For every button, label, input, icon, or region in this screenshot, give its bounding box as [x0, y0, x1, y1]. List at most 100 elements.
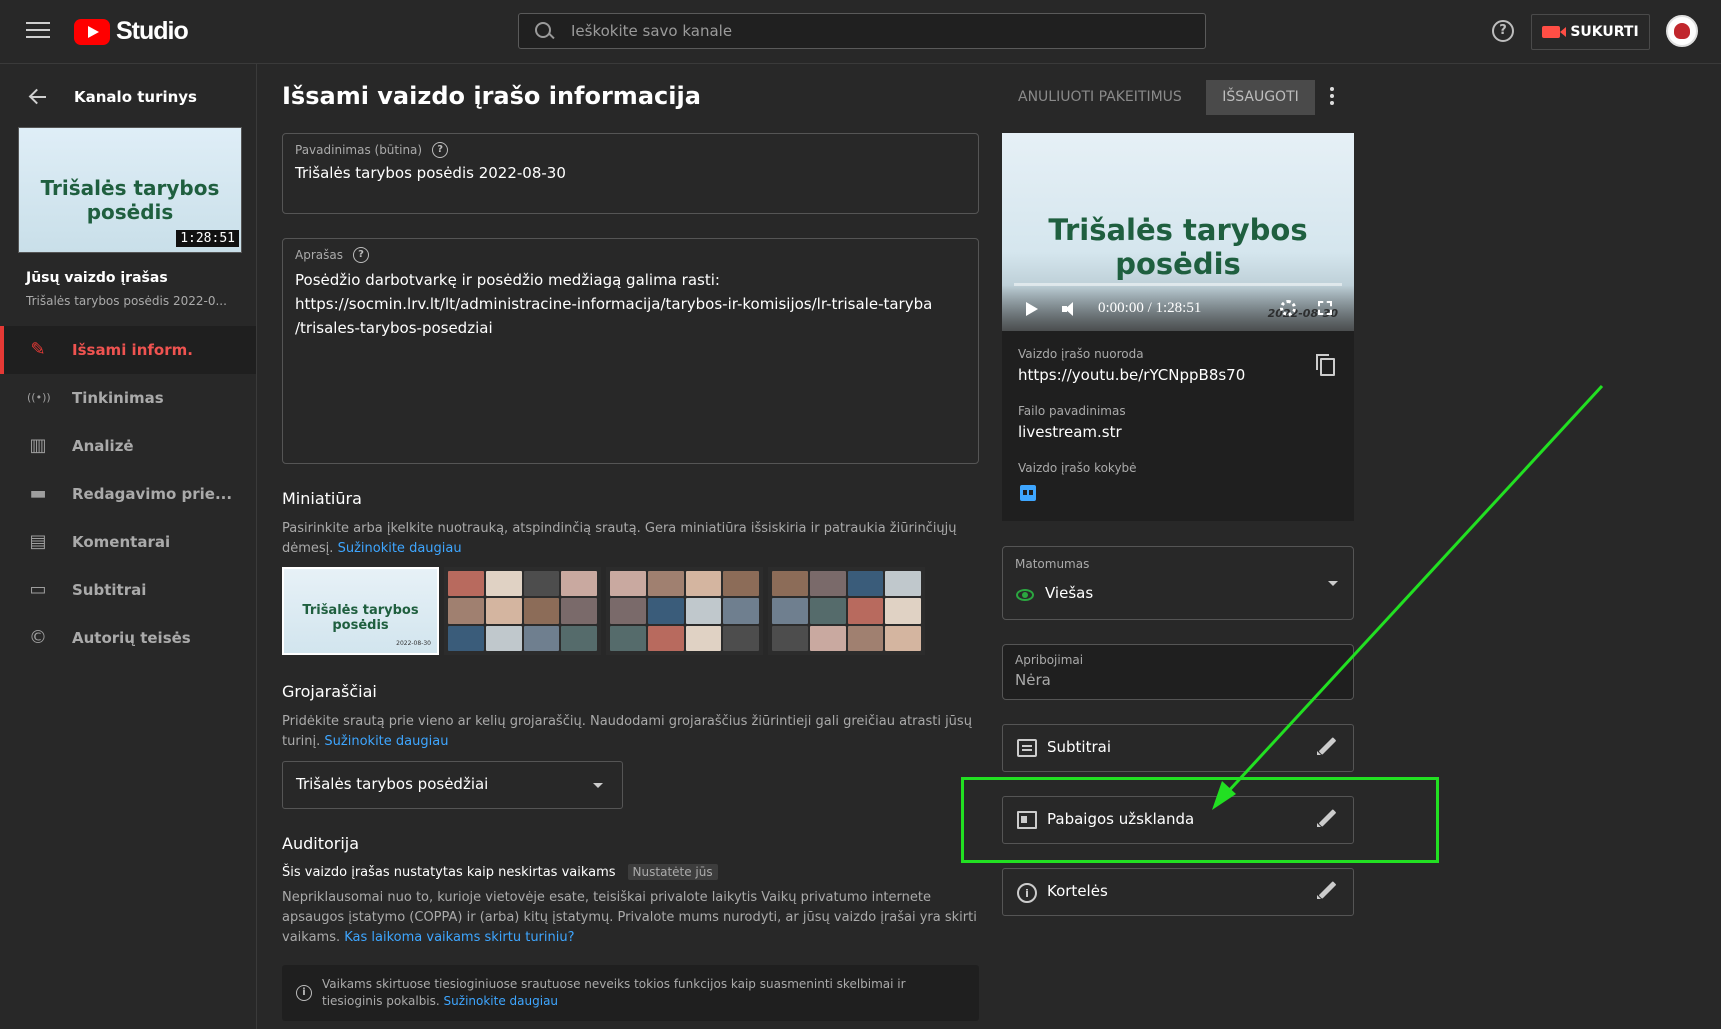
thumbnail-option-selected[interactable]: Trišalės tarybos posėdis 2022-08-30: [282, 567, 439, 655]
volume-icon[interactable]: [1062, 302, 1082, 316]
play-icon[interactable]: [1026, 302, 1038, 316]
search-bar[interactable]: [518, 13, 1206, 49]
description-label-text: Aprašas: [295, 248, 343, 262]
pencil-icon[interactable]: [1317, 810, 1335, 828]
more-options-icon[interactable]: [1329, 87, 1335, 109]
thumbnail-option[interactable]: [768, 567, 925, 655]
menu-icon[interactable]: [26, 22, 50, 40]
title-field[interactable]: Pavadinimas (būtina) ? Trišalės tarybos …: [282, 133, 979, 214]
youtube-logo-icon: [74, 18, 110, 45]
video-tile: [610, 598, 646, 624]
time-display: 0:00:00 / 1:28:51: [1098, 300, 1202, 316]
thumbnail-options: Trišalės tarybos posėdis 2022-08-30: [282, 567, 925, 655]
video-thumbnail[interactable]: Trišalės tarybos posėdis 1:28:51: [18, 127, 242, 253]
sidebar-item-label: Subtitrai: [72, 581, 147, 599]
audience-status-text: Šis vaizdo įrašas nustatytas kaip neskir…: [282, 865, 616, 880]
sidebar-nav: ✎ Išsami inform. ((•)) Tinkinimas ▥ Analizė ▬ R…: [0, 326, 256, 662]
create-button[interactable]: SUKURTI: [1531, 14, 1650, 50]
sidebar-item[interactable]: ▤ Komentarai: [0, 518, 256, 566]
back-arrow-icon[interactable]: [28, 87, 48, 107]
info-message: Vaikams skirtuose tiesioginiuose srautuo…: [322, 977, 906, 1008]
subtitles-row[interactable]: Subtitrai: [1002, 724, 1354, 772]
help-icon[interactable]: ?: [1492, 20, 1514, 42]
subtitles-icon: ▭: [29, 579, 47, 600]
sidebar-item-label: Autorių teisės: [72, 629, 191, 647]
description-field[interactable]: Aprašas ? Posėdžio darbotvarkę ir posėdž…: [282, 238, 979, 464]
thumbnail-option[interactable]: [444, 567, 601, 655]
video-tile: [809, 625, 846, 651]
studio-logo[interactable]: Studio: [74, 17, 189, 46]
restrictions-field: Apribojimai Nėra: [1002, 644, 1354, 700]
video-tile: [647, 625, 684, 651]
video-tile: [610, 571, 646, 597]
video-tile: [847, 571, 884, 597]
video-tile: [885, 625, 921, 651]
fullscreen-icon[interactable]: [1318, 301, 1332, 315]
video-tile: [448, 571, 484, 597]
video-tile: [809, 598, 846, 624]
video-tile: [885, 598, 921, 624]
film-icon: ▬: [29, 483, 47, 504]
thumbnail-option[interactable]: [606, 567, 763, 655]
video-player[interactable]: Trišalės tarybos posėdis 0:00:00 / 1:28:…: [1002, 133, 1354, 331]
gear-icon[interactable]: [1280, 300, 1296, 316]
video-tile: [523, 598, 560, 624]
thumbnail-option-date: 2022-08-30: [396, 640, 431, 647]
save-button[interactable]: IŠSAUGOTI: [1206, 80, 1315, 115]
video-tile: [647, 571, 684, 597]
description-value[interactable]: Posėdžio darbotvarkę ir posėdžio medžiag…: [295, 268, 948, 340]
player-title: Trišalės tarybos posėdis: [1048, 213, 1308, 281]
visibility-select[interactable]: Matomumas Viešas: [1002, 546, 1354, 620]
title-value[interactable]: Trišalės tarybos posėdis 2022-08-30: [295, 164, 566, 182]
audience-section-text: Nepriklausomai nuo to, kurioje vietovėje…: [282, 888, 979, 948]
sidebar-item[interactable]: ✎ Išsami inform.: [0, 326, 256, 374]
copy-icon[interactable]: [1316, 354, 1335, 376]
sidebar-item-label: Išsami inform.: [72, 341, 193, 359]
pencil-icon[interactable]: [1317, 882, 1335, 900]
playlist-select[interactable]: Trišalės tarybos posėdžiai: [282, 761, 623, 809]
top-bar: Studio ? SUKURTI: [0, 0, 1721, 64]
video-tile: [809, 571, 846, 597]
cards-row[interactable]: i Kortelės: [1002, 868, 1354, 916]
analytics-icon: ▥: [29, 435, 47, 456]
pencil-icon[interactable]: [1317, 738, 1335, 756]
sidebar-item[interactable]: © Autorių teisės: [0, 614, 256, 662]
video-tile: [885, 571, 921, 597]
kids-content-link[interactable]: Kas laikoma vaikams skirtu turiniu?: [344, 930, 574, 945]
video-tile: [685, 571, 722, 597]
help-circle-icon[interactable]: ?: [352, 247, 369, 263]
video-preview-panel: Trišalės tarybos posėdis 0:00:00 / 1:28:…: [1002, 133, 1354, 521]
undo-changes-button[interactable]: ANULIUOTI PAKEITIMUS: [1018, 80, 1182, 115]
subtitles-label: Subtitrai: [1047, 738, 1112, 756]
search-input[interactable]: [571, 22, 1205, 40]
end-screen-row[interactable]: Pabaigos užsklanda: [1002, 796, 1354, 844]
video-tile: [772, 625, 808, 651]
sidebar-item[interactable]: ▭ Subtitrai: [0, 566, 256, 614]
sidebar-item[interactable]: ((•)) Tinkinimas: [0, 374, 256, 422]
create-label: SUKURTI: [1570, 24, 1639, 40]
file-name-label: Failo pavadinimas: [1018, 404, 1126, 418]
eye-icon: [1016, 589, 1034, 601]
help-circle-icon[interactable]: ?: [432, 142, 449, 158]
video-tile: [561, 571, 597, 597]
sidebar-item-label: Komentarai: [72, 533, 171, 551]
description-field-label: Aprašas ?: [295, 247, 369, 263]
playlist-selected-value: Trišalės tarybos posėdžiai: [296, 775, 489, 793]
learn-more-link[interactable]: Sužinokite daugiau: [338, 541, 462, 556]
video-link[interactable]: https://youtu.be/rYCNppB8s70: [1018, 366, 1245, 384]
description-line: https://socmin.lrv.lt/lt/administracine-…: [295, 295, 933, 313]
thumbnail-option-title: Trišalės tarybos posėdis: [302, 603, 419, 633]
comment-icon: ▤: [29, 531, 47, 552]
duration-badge: 1:28:51: [176, 230, 239, 247]
back-to-content[interactable]: Kanalo turinys: [0, 82, 257, 112]
video-link-label: Vaizdo įrašo nuoroda: [1018, 347, 1144, 361]
thumbnail-title: Trišalės tarybos posėdis: [40, 176, 220, 224]
your-video-label: Jūsų vaizdo įrašas: [26, 270, 168, 286]
sidebar-item[interactable]: ▥ Analizė: [0, 422, 256, 470]
sidebar: Kanalo turinys Trišalės tarybos posėdis …: [0, 64, 257, 1029]
info-text: Vaikams skirtuose tiesioginiuose srautuo…: [322, 976, 952, 1010]
learn-more-link[interactable]: Sužinokite daugiau: [324, 734, 448, 749]
avatar[interactable]: [1666, 15, 1698, 47]
sidebar-item[interactable]: ▬ Redagavimo prie...: [0, 470, 256, 518]
learn-more-link[interactable]: Sužinokite daugiau: [444, 994, 558, 1008]
